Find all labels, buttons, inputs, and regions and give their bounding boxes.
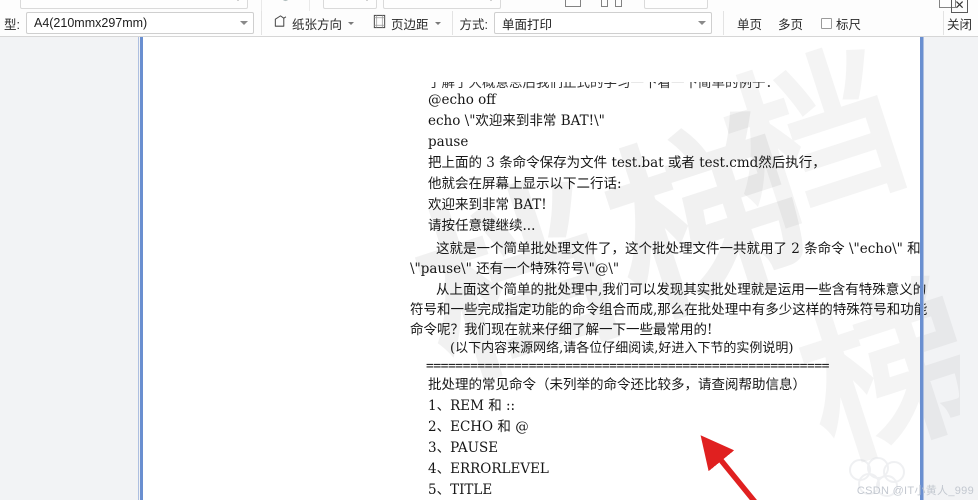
- copies-select-clipped[interactable]: [323, 0, 377, 9]
- print-mode-value: 单面打印: [502, 17, 553, 32]
- multi-page-label: 多页: [778, 17, 804, 32]
- ruler-label: 标尺: [836, 17, 862, 32]
- doc-line-welcome-output: 欢迎来到非常 BAT!: [428, 197, 547, 213]
- doc-line-screen-output: 他就会在屏幕上显示以下二行话:: [428, 176, 622, 192]
- multi-page-button[interactable]: 多页: [774, 11, 807, 35]
- doc-section-title: 批处理的常见命令（未列举的命令还比较多，请查阅帮助信息）: [428, 377, 806, 393]
- paper-size-select[interactable]: A4(210mmx297mm): [25, 12, 254, 34]
- chevron-down-icon: [348, 21, 354, 25]
- chevron-down-icon: [363, 0, 371, 1]
- doc-line-save-instructions: 把上面的 3 条命令保存为文件 test.bat 或者 test.cmd然后执行…: [428, 155, 826, 171]
- page-margins-label: 页边距: [391, 17, 429, 32]
- toolbar-divider-4: [943, 11, 945, 35]
- page-margins-icon: [372, 14, 387, 32]
- toolbar-upper-row-clipped: [0, 0, 978, 11]
- document-page: 档梯 档梯 了解了大概意思后我们正式的学习一下看一下简单的例子： @echo o…: [143, 37, 978, 500]
- paper-orientation-label: 纸张方向: [291, 17, 342, 32]
- doc-divider-line: ========================================…: [426, 359, 829, 374]
- scale-select-clipped[interactable]: [383, 0, 501, 9]
- doc-command-item-2: 2、ECHO 和 @: [428, 419, 529, 435]
- doc-line-echo-welcome: echo \"欢迎来到非常 BAT!\": [428, 113, 605, 129]
- toolbar-divider-3: [723, 11, 724, 35]
- doc-line-clipped: 了解了大概意思后我们正式的学习一下看一下简单的例子：: [428, 75, 779, 91]
- ruler-checkbox[interactable]: [821, 17, 833, 29]
- document-text-body: 了解了大概意思后我们正式的学习一下看一下简单的例子： @echo off ech…: [286, 37, 978, 500]
- page-left-boundary-marker: [138, 37, 143, 500]
- single-page-icon-clipped[interactable]: [565, 0, 581, 7]
- print-preview-window: 型: A4(210mmx297mm) 纸张方向 页边距 方式: 单面打印 单页 …: [0, 0, 978, 500]
- gear-icon: [279, 0, 292, 7]
- paper-orientation-button[interactable]: 纸张方向: [269, 11, 358, 35]
- csdn-watermark-text: CSDN @IT小黄人_999: [856, 485, 974, 497]
- print-mode-label: 方式:: [459, 17, 488, 32]
- chevron-down-icon: [698, 21, 706, 25]
- chevron-down-icon: [434, 21, 441, 25]
- doc-paragraph-source-note: (以下内容来源网络,请各位仔细阅读,好进入下节的实例说明): [450, 341, 794, 356]
- doc-paragraph-simple-batch: 这就是一个简单批处理文件了，这个批处理文件一共就用了 2 条命令 \"echo\…: [410, 241, 921, 277]
- doc-command-item-4: 4、ERRORLEVEL: [428, 461, 549, 477]
- doc-line-pause: pause: [428, 134, 469, 150]
- chevron-down-icon: [234, 0, 242, 1]
- chevron-down-icon: [487, 0, 495, 1]
- toolbar-divider-2: [451, 11, 453, 35]
- close-icon: ✕: [950, 0, 968, 13]
- page-margins-button[interactable]: 页边距: [368, 11, 445, 35]
- close-button[interactable]: ✕ 关闭: [947, 0, 972, 33]
- doc-command-item-3: 3、PAUSE: [428, 440, 499, 456]
- ruler-checkbox-row[interactable]: 标尺: [817, 11, 865, 35]
- chevron-down-icon: [239, 21, 248, 25]
- paper-size-label: 型:: [4, 17, 20, 32]
- doc-command-item-5: 5、TITLE: [428, 482, 493, 498]
- right-gutter[interactable]: [960, 74, 978, 500]
- doc-command-item-1: 1、REM 和 ::: [428, 398, 516, 414]
- toolbar-main-row: 型: A4(210mmx297mm) 纸张方向 页边距 方式: 单面打印 单页 …: [0, 10, 978, 36]
- print-preview-toolbar: 型: A4(210mmx297mm) 纸张方向 页边距 方式: 单面打印 单页 …: [0, 0, 978, 37]
- single-page-button[interactable]: 单页: [733, 11, 766, 35]
- close-button-label: 关闭: [946, 18, 972, 32]
- single-page-label: 单页: [737, 17, 763, 32]
- zoom-select-clipped[interactable]: [644, 0, 708, 9]
- printer-select-clipped[interactable]: [20, 0, 248, 9]
- print-mode-select[interactable]: 单面打印: [494, 12, 712, 34]
- paper-size-value: A4(210mmx297mm): [33, 16, 148, 30]
- preview-canvas[interactable]: 档梯 档梯 了解了大概意思后我们正式的学习一下看一下简单的例子： @echo o…: [0, 37, 978, 500]
- multi-page-icon-b-clipped[interactable]: [615, 0, 622, 7]
- toolbar-divider-1: [260, 11, 262, 35]
- doc-paragraph-special-symbols: 从上面这个简单的批处理中,我们可以发现其实批处理就是运用一些含有特殊意义的符号和…: [410, 282, 928, 338]
- page-right-boundary-marker: [920, 37, 924, 500]
- doc-line-press-any-key: 请按任意键继续...: [428, 218, 536, 234]
- doc-line-echo-off: @echo off: [428, 92, 496, 108]
- paper-orientation-icon: [273, 14, 288, 32]
- multi-page-icon-a-clipped[interactable]: [601, 0, 608, 7]
